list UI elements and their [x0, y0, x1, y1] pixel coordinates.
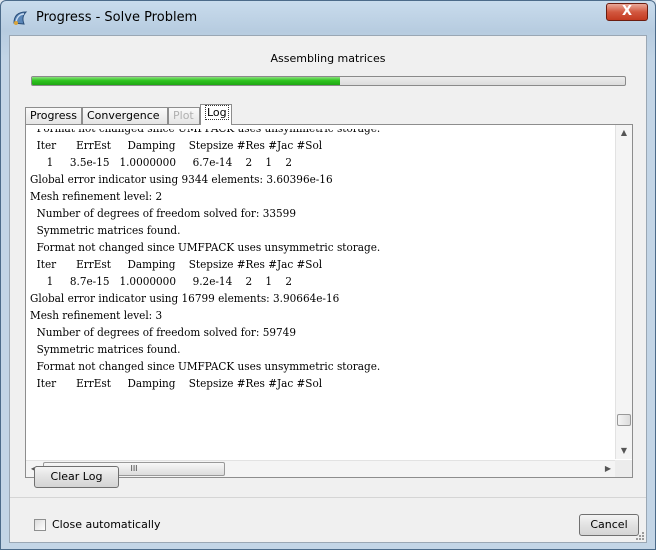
app-icon: [13, 11, 28, 25]
log-line: Format not changed since UMFPACK uses un…: [36, 241, 381, 254]
log-line: 1 8.7e-15 1.0000000 9.2e-14 2 1 2: [46, 275, 293, 288]
log-line: Format not changed since UMFPACK uses un…: [36, 360, 381, 373]
vertical-scroll-thumb[interactable]: [617, 414, 631, 426]
tab-convergence[interactable]: Convergence: [82, 107, 168, 124]
log-line: Number of degrees of freedom solved for:…: [36, 207, 296, 220]
tab-plot: Plot: [168, 107, 200, 124]
title-bar[interactable]: Progress - Solve Problem X: [1, 1, 655, 35]
progress-window: Progress - Solve Problem X Assembling ma…: [0, 0, 656, 550]
scroll-up-arrow-icon[interactable]: ▲: [616, 125, 632, 141]
log-line: Mesh refinement level: 3: [30, 309, 163, 322]
log-line: Iter ErrEst Damping Stepsize #Res #Jac #…: [36, 139, 323, 152]
close-button[interactable]: X: [606, 3, 648, 21]
log-line: Mesh refinement level: 2: [30, 190, 163, 203]
tab-log[interactable]: Log: [200, 104, 232, 125]
log-text: Format not changed since UMFPACK uses un…: [30, 129, 380, 392]
dialog-body: Assembling matrices Progress Convergence…: [9, 35, 647, 543]
log-line: Iter ErrEst Damping Stepsize #Res #Jac #…: [36, 377, 323, 390]
checkbox-box[interactable]: [34, 519, 46, 531]
progress-status-text: Assembling matrices: [270, 52, 386, 65]
scroll-right-arrow-icon[interactable]: ▶: [600, 461, 616, 477]
cancel-button[interactable]: Cancel: [579, 514, 639, 536]
log-panel: Format not changed since UMFPACK uses un…: [25, 124, 633, 478]
close-icon: X: [621, 4, 633, 19]
log-line: Iter ErrEst Damping Stepsize #Res #Jac #…: [36, 258, 323, 271]
progress-bar-fill: [32, 77, 341, 85]
log-line: Symmetric matrices found.: [36, 343, 181, 356]
clear-log-button[interactable]: Clear Log: [34, 466, 119, 488]
log-line: Symmetric matrices found.: [36, 224, 181, 237]
scroll-down-arrow-icon[interactable]: ▼: [616, 443, 632, 459]
progress-bar: [31, 76, 626, 86]
vertical-scrollbar[interactable]: ▲ ▼: [615, 125, 632, 459]
close-automatically-label: Close automatically: [52, 518, 161, 531]
window-title: Progress - Solve Problem: [36, 10, 198, 25]
log-line: Global error indicator using 16799 eleme…: [30, 292, 340, 305]
log-line: Global error indicator using 9344 elemen…: [30, 173, 333, 186]
resize-grip-icon[interactable]: [634, 530, 644, 540]
scroll-corner: [615, 460, 632, 477]
log-line: Format not changed since UMFPACK uses un…: [30, 129, 381, 135]
tab-progress[interactable]: Progress: [25, 107, 82, 124]
log-text-area[interactable]: Format not changed since UMFPACK uses un…: [30, 129, 618, 449]
log-line: Number of degrees of freedom solved for:…: [36, 326, 296, 339]
divider: [10, 497, 646, 498]
log-line: 1 3.5e-15 1.0000000 6.7e-14 2 1 2: [46, 156, 293, 169]
